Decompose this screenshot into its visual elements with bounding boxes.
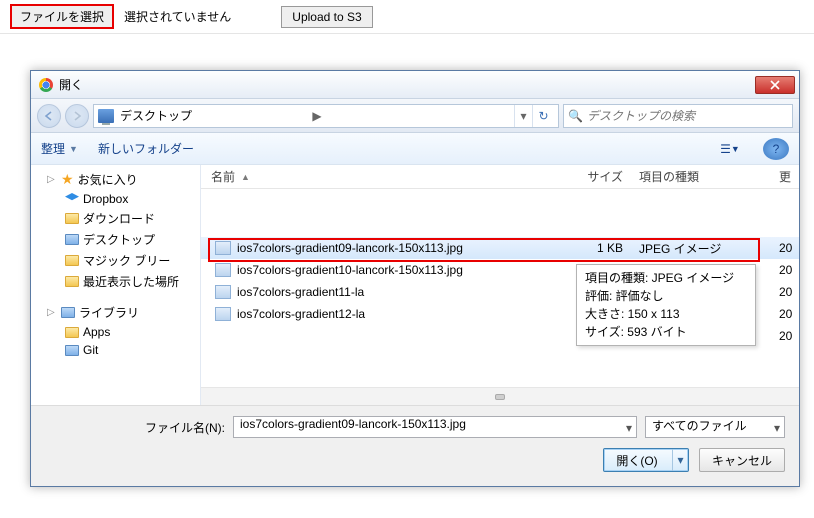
folder-icon xyxy=(65,276,79,287)
folder-icon xyxy=(65,327,79,338)
page-top-bar: ファイルを選択 選択されていません Upload to S3 xyxy=(0,0,814,34)
file-filter-select[interactable]: すべてのファイル ▾ xyxy=(645,416,785,438)
image-file-icon xyxy=(215,263,231,277)
dialog-titlebar: 開く xyxy=(31,71,799,99)
sidebar-item-git[interactable]: Git xyxy=(31,341,200,359)
column-type[interactable]: 項目の種類 xyxy=(633,168,773,185)
folder-icon xyxy=(65,234,79,245)
no-file-label: 選択されていません xyxy=(124,8,231,25)
tooltip-line: 評価: 評価なし xyxy=(585,287,747,305)
search-box[interactable]: 🔍 xyxy=(563,104,793,128)
organize-menu[interactable]: 整理 ▼ xyxy=(41,140,78,157)
nav-back-button[interactable] xyxy=(37,104,61,128)
help-button[interactable]: ? xyxy=(763,138,789,160)
filename-label: ファイル名(N): xyxy=(45,419,225,436)
breadcrumb[interactable]: デスクトップ ▶ ▾ ↻ xyxy=(93,104,559,128)
arrow-right-icon xyxy=(71,110,83,122)
sidebar-favorites[interactable]: ▷★お気に入り xyxy=(31,169,200,190)
arrow-left-icon xyxy=(43,110,55,122)
search-icon: 🔍 xyxy=(568,109,583,123)
dropdown-icon[interactable]: ▾ xyxy=(626,421,632,435)
new-folder-button[interactable]: 新しいフォルダー xyxy=(98,140,194,157)
dialog-footer: ファイル名(N): ios7colors-gradient09-lancork-… xyxy=(31,405,799,486)
column-size[interactable]: サイズ xyxy=(561,168,633,185)
sidebar-item-desktop[interactable]: デスクトップ xyxy=(31,229,200,250)
dialog-title: 開く xyxy=(59,76,755,93)
sidebar-item-apps[interactable]: Apps xyxy=(31,323,200,341)
breadcrumb-arrow-icon: ▶ xyxy=(312,109,321,123)
nav-forward-button[interactable] xyxy=(65,104,89,128)
dialog-close-button[interactable] xyxy=(755,76,795,94)
open-button[interactable]: 開く(O) ▾ xyxy=(603,448,689,472)
sidebar-item-downloads[interactable]: ダウンロード xyxy=(31,208,200,229)
file-list-area: 名前▲ サイズ 項目の種類 更 ios7colors-gradient09-la… xyxy=(201,165,799,405)
dialog-addressbar: デスクトップ ▶ ▾ ↻ 🔍 xyxy=(31,99,799,133)
filename-input[interactable]: ios7colors-gradient09-lancork-150x113.jp… xyxy=(233,416,637,438)
library-icon xyxy=(61,307,75,318)
desktop-icon xyxy=(98,109,114,123)
folder-icon xyxy=(65,345,79,356)
tooltip-line: 大きさ: 150 x 113 xyxy=(585,305,747,323)
sidebar-item-dropbox[interactable]: Dropbox xyxy=(31,190,200,208)
column-headers[interactable]: 名前▲ サイズ 項目の種類 更 xyxy=(201,165,799,189)
sidebar-libraries[interactable]: ▷ライブラリ xyxy=(31,302,200,323)
file-list[interactable]: ios7colors-gradient09-lancork-150x113.jp… xyxy=(201,189,799,387)
image-file-icon xyxy=(215,285,231,299)
image-file-icon xyxy=(215,241,231,255)
view-mode-button[interactable]: ☰ ▼ xyxy=(717,138,743,160)
tooltip-line: サイズ: 593 バイト xyxy=(585,323,747,341)
upload-s3-button[interactable]: Upload to S3 xyxy=(281,6,372,28)
folder-icon xyxy=(65,255,79,266)
open-split-dropdown[interactable]: ▾ xyxy=(672,449,688,471)
sidebar-item-recent[interactable]: 最近表示した場所 xyxy=(31,271,200,292)
column-date[interactable]: 更 xyxy=(773,168,799,185)
sort-indicator-icon: ▲ xyxy=(241,172,250,182)
cancel-button[interactable]: キャンセル xyxy=(699,448,785,472)
star-icon: ★ xyxy=(61,171,74,188)
folder-icon xyxy=(65,213,79,224)
search-input[interactable] xyxy=(587,109,788,123)
breadcrumb-refresh-button[interactable]: ↻ xyxy=(532,105,554,127)
tooltip-line: 項目の種類: JPEG イメージ xyxy=(585,269,747,287)
dialog-sidebar: ▷★お気に入り Dropbox ダウンロード デスクトップ マジック ブリー 最… xyxy=(31,165,201,405)
image-file-icon xyxy=(215,307,231,321)
choose-file-button[interactable]: ファイルを選択 xyxy=(10,4,114,29)
file-open-dialog: 開く デスクトップ ▶ ▾ ↻ 🔍 整理 ▼ 新しいフォルダー ☰ ▼ ? xyxy=(30,70,800,487)
file-tooltip: 項目の種類: JPEG イメージ 評価: 評価なし 大きさ: 150 x 113… xyxy=(576,264,756,346)
dialog-toolbar: 整理 ▼ 新しいフォルダー ☰ ▼ ? xyxy=(31,133,799,165)
breadcrumb-dropdown[interactable]: ▾ xyxy=(514,105,532,127)
dropdown-icon[interactable]: ▾ xyxy=(774,421,780,435)
file-row[interactable]: ios7colors-gradient09-lancork-150x113.jp… xyxy=(201,237,799,259)
breadcrumb-location: デスクトップ xyxy=(120,107,306,124)
dropbox-icon xyxy=(65,193,79,205)
chrome-icon xyxy=(39,78,53,92)
sidebar-item-magic[interactable]: マジック ブリー xyxy=(31,250,200,271)
horizontal-scrollbar[interactable] xyxy=(201,387,799,405)
column-name[interactable]: 名前▲ xyxy=(201,168,561,185)
dialog-body: ▷★お気に入り Dropbox ダウンロード デスクトップ マジック ブリー 最… xyxy=(31,165,799,405)
close-icon xyxy=(770,80,780,90)
